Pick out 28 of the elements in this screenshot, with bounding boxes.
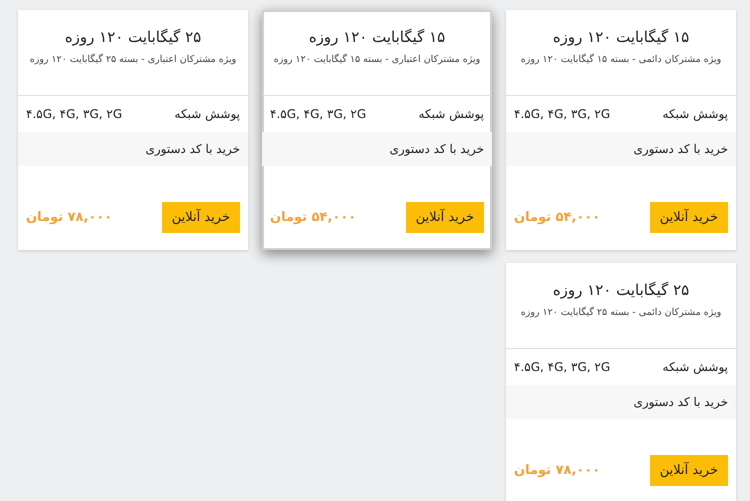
coverage-label: پوشش شبکه <box>174 107 240 121</box>
card-title: ۱۵ گیگابایت ۱۲۰ روزه <box>308 28 446 46</box>
price: ۷۸,۰۰۰ تومان <box>26 210 112 225</box>
coverage-value: ۴.۵G, ۴G, ۳G, ۲G <box>26 107 122 121</box>
buy-online-button[interactable]: خرید آنلاین <box>162 202 240 233</box>
buy-online-button[interactable]: خرید آنلاین <box>650 202 728 233</box>
coverage-value: ۴.۵G, ۴G, ۳G, ۲G <box>514 107 610 121</box>
buy-online-button[interactable]: خرید آنلاین <box>406 202 484 233</box>
card-title: ۲۵ گیگابایت ۱۲۰ روزه <box>552 281 690 299</box>
ussd-row: خرید با کد دستوری <box>506 132 736 166</box>
ussd-row: خرید با کد دستوری <box>506 385 736 419</box>
coverage-value: ۴.۵G, ۴G, ۳G, ۲G <box>514 360 610 374</box>
coverage-label: پوشش شبکه <box>662 107 728 121</box>
ussd-row: خرید با کد دستوری <box>18 132 248 166</box>
coverage-label: پوشش شبکه <box>662 360 728 374</box>
ussd-row: خرید با کد دستوری <box>262 132 492 166</box>
price: ۵۴,۰۰۰ تومان <box>514 210 600 225</box>
price: ۵۴,۰۰۰ تومان <box>270 210 356 225</box>
card-title: ۲۵ گیگابایت ۱۲۰ روزه <box>64 28 202 46</box>
card-subtitle: ویژه مشترکان اعتباری - بسته ۲۵ گیگابایت ۱۲۰ روزه <box>30 54 236 65</box>
coverage-label: پوشش شبکه <box>418 107 484 121</box>
card-subtitle: ویژه مشترکان اعتباری - بسته ۱۵ گیگابایت ۱۲۰ روزه <box>274 54 480 65</box>
coverage-value: ۴.۵G, ۴G, ۳G, ۲G <box>270 107 366 121</box>
card-subtitle: ویژه مشترکان دائمی - بسته ۱۵ گیگابایت ۱۲۰ روزه <box>520 54 722 65</box>
buy-online-button[interactable]: خرید آنلاین <box>650 455 728 486</box>
card-subtitle: ویژه مشترکان دائمی - بسته ۲۵ گیگابایت ۱۲۰ روزه <box>520 307 722 318</box>
card-title: ۱۵ گیگابایت ۱۲۰ روزه <box>552 28 690 46</box>
price: ۷۸,۰۰۰ تومان <box>514 463 600 478</box>
